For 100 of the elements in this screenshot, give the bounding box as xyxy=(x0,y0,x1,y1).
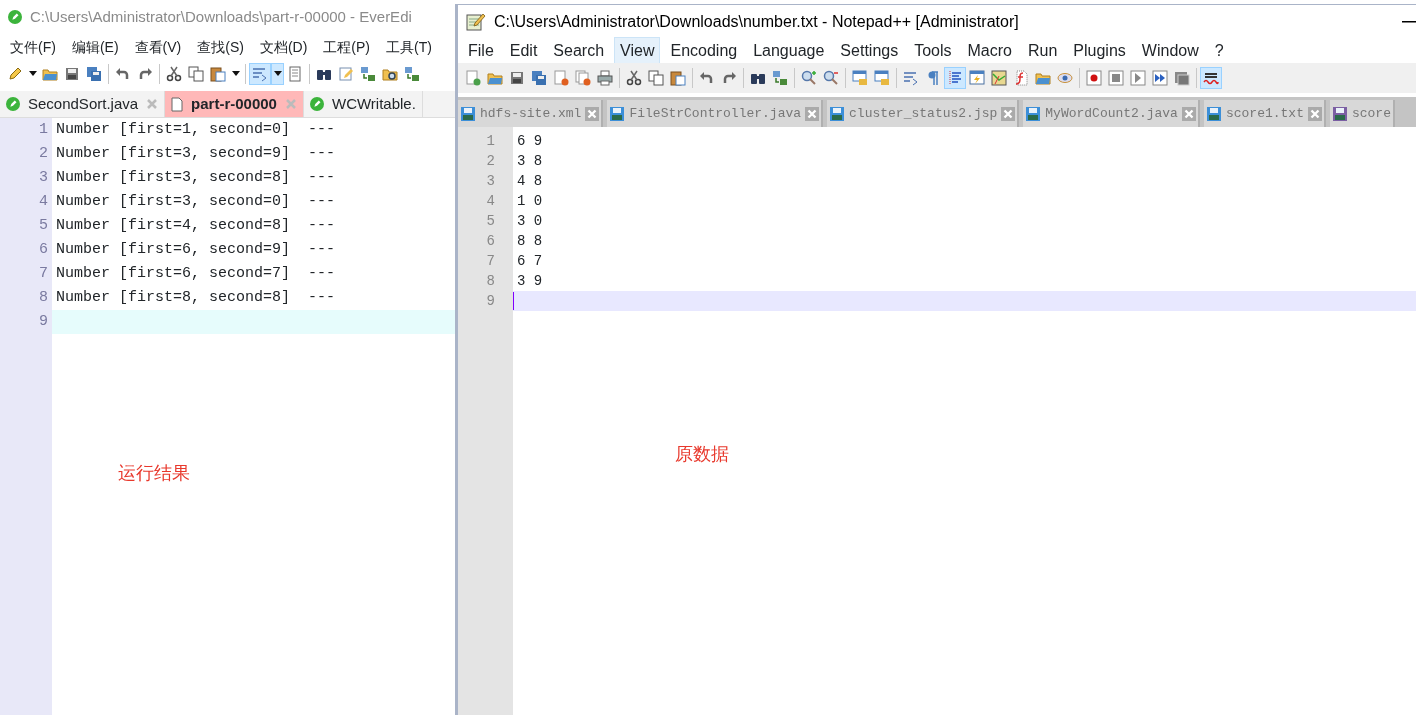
line-number: 1 xyxy=(38,120,49,140)
menu-item[interactable]: 查找(S) xyxy=(191,34,250,60)
code-line: Number [first=4, second=8] --- xyxy=(56,217,336,234)
close-icon[interactable] xyxy=(1307,106,1322,121)
close-icon[interactable] xyxy=(805,106,820,121)
menu-item[interactable]: 工程(P) xyxy=(317,34,376,60)
eye-icon xyxy=(1057,70,1073,86)
code-line: Number [first=3, second=0] --- xyxy=(56,193,336,210)
code-line: 3 0 xyxy=(516,213,543,229)
clipboard-icon xyxy=(210,65,226,82)
code-line: 6 9 xyxy=(516,133,543,149)
indent-guide-icon xyxy=(947,70,963,86)
menu-item[interactable]: File xyxy=(462,37,500,65)
tab-label: part-r-00000 xyxy=(191,93,277,114)
code-line: Number [first=3, second=8] --- xyxy=(56,169,336,186)
code-line: Number [first=1, second=0] --- xyxy=(56,121,336,138)
menu-item[interactable]: Plugins xyxy=(1067,37,1132,65)
zoom-in-icon xyxy=(801,70,817,86)
pencil-icon xyxy=(7,65,23,82)
line-number: 9 xyxy=(38,312,49,332)
replace-icon xyxy=(772,70,788,86)
editor-tab[interactable]: part-r-00000 xyxy=(165,91,304,117)
close-icon[interactable] xyxy=(1001,106,1016,121)
line-number: 4 xyxy=(485,192,496,211)
record-icon xyxy=(1086,70,1102,86)
line-number: 5 xyxy=(38,216,49,236)
folder-icon xyxy=(487,70,503,86)
folder-icon xyxy=(1035,70,1051,86)
document-icon xyxy=(171,96,184,112)
code-line: 1 0 xyxy=(516,193,543,209)
menu-item[interactable]: ? xyxy=(1208,37,1230,65)
floppy-disks-icon xyxy=(531,70,547,86)
code-line: Number [first=6, second=7] --- xyxy=(56,265,336,282)
line-number: 5 xyxy=(485,212,496,231)
code-line: 6 7 xyxy=(516,253,543,269)
line-number: 8 xyxy=(485,272,496,291)
window-lock-icon xyxy=(852,70,868,86)
tab-label: SecondSort.java xyxy=(28,93,139,114)
redo-arrow-icon xyxy=(721,70,737,86)
line-number: 2 xyxy=(485,152,496,171)
printer-icon xyxy=(597,70,613,86)
menu-item[interactable]: 工具(T) xyxy=(380,34,438,60)
macro-list-icon xyxy=(1174,70,1190,86)
line-number: 3 xyxy=(485,172,496,191)
minimize-icon[interactable] xyxy=(1402,21,1416,23)
code-line: 3 8 xyxy=(516,153,543,169)
code-line: 8 8 xyxy=(516,233,543,249)
tab-label: hdfs-site.xml xyxy=(480,104,582,123)
wrap-lines-icon xyxy=(252,65,268,82)
toolbar-button[interactable] xyxy=(1200,67,1222,89)
close-icon[interactable] xyxy=(1181,106,1196,121)
replace-icon xyxy=(404,65,420,82)
wrap-lines-icon xyxy=(903,70,919,86)
menu-item[interactable]: Run xyxy=(1022,37,1064,65)
spellcheck-icon xyxy=(1203,70,1219,86)
menu-item[interactable]: Window xyxy=(1135,37,1205,65)
line-number: 4 xyxy=(38,192,49,212)
redo-arrow-icon xyxy=(137,65,153,82)
line-number: 7 xyxy=(38,264,49,284)
tab-label: cluster_status2.jsp xyxy=(849,104,998,123)
menu-item[interactable]: Macro xyxy=(961,37,1018,65)
notepad-icon xyxy=(466,13,486,31)
menu-item[interactable]: 文档(D) xyxy=(253,34,314,60)
new-file-icon xyxy=(465,70,481,86)
undo-arrow-icon xyxy=(699,70,715,86)
window-lightning-icon xyxy=(969,70,985,86)
close-icon[interactable] xyxy=(585,106,600,121)
menu-item[interactable]: 查看(V) xyxy=(128,34,188,60)
code-line: Number [first=8, second=8] --- xyxy=(56,289,336,306)
toolbar-button[interactable] xyxy=(271,62,284,85)
menu-item[interactable]: Search xyxy=(547,37,611,65)
play-icon xyxy=(1130,70,1146,86)
code-line: 4 8 xyxy=(516,173,543,189)
caret-icon xyxy=(273,71,282,76)
editor-tab[interactable]: WCWritable. xyxy=(303,91,423,117)
code-line: Number [first=6, second=9] --- xyxy=(56,241,336,258)
menu-item[interactable]: Encoding xyxy=(664,37,744,65)
line-number: 1 xyxy=(485,132,496,151)
menu-item[interactable]: 文件(F) xyxy=(4,34,62,60)
zoom-out-icon xyxy=(823,70,839,86)
tab-label: WCWritable. xyxy=(331,93,416,114)
pencil-badge-icon xyxy=(8,10,22,24)
menu-item[interactable]: Settings xyxy=(834,37,905,65)
editor-tab[interactable]: SecondSort.java xyxy=(0,91,166,117)
line-number: 6 xyxy=(38,240,49,260)
stop-icon xyxy=(1108,70,1124,86)
caret-icon xyxy=(28,71,37,76)
menu-item[interactable]: Tools xyxy=(908,37,958,65)
text-cursor xyxy=(513,292,514,311)
menu-item[interactable]: 编辑(E) xyxy=(65,34,125,60)
caret-icon xyxy=(231,71,240,76)
scissors-icon xyxy=(166,65,182,82)
menu-item[interactable]: View xyxy=(614,37,661,65)
tab-label: MyWordCount2.java xyxy=(1045,104,1178,123)
menu-item[interactable]: Edit xyxy=(503,37,544,65)
close-file-icon xyxy=(553,70,569,86)
menu-item[interactable]: Language xyxy=(747,37,831,65)
map-icon xyxy=(991,70,1007,86)
tab-label: score xyxy=(1351,104,1391,123)
line-number: 8 xyxy=(38,288,49,308)
